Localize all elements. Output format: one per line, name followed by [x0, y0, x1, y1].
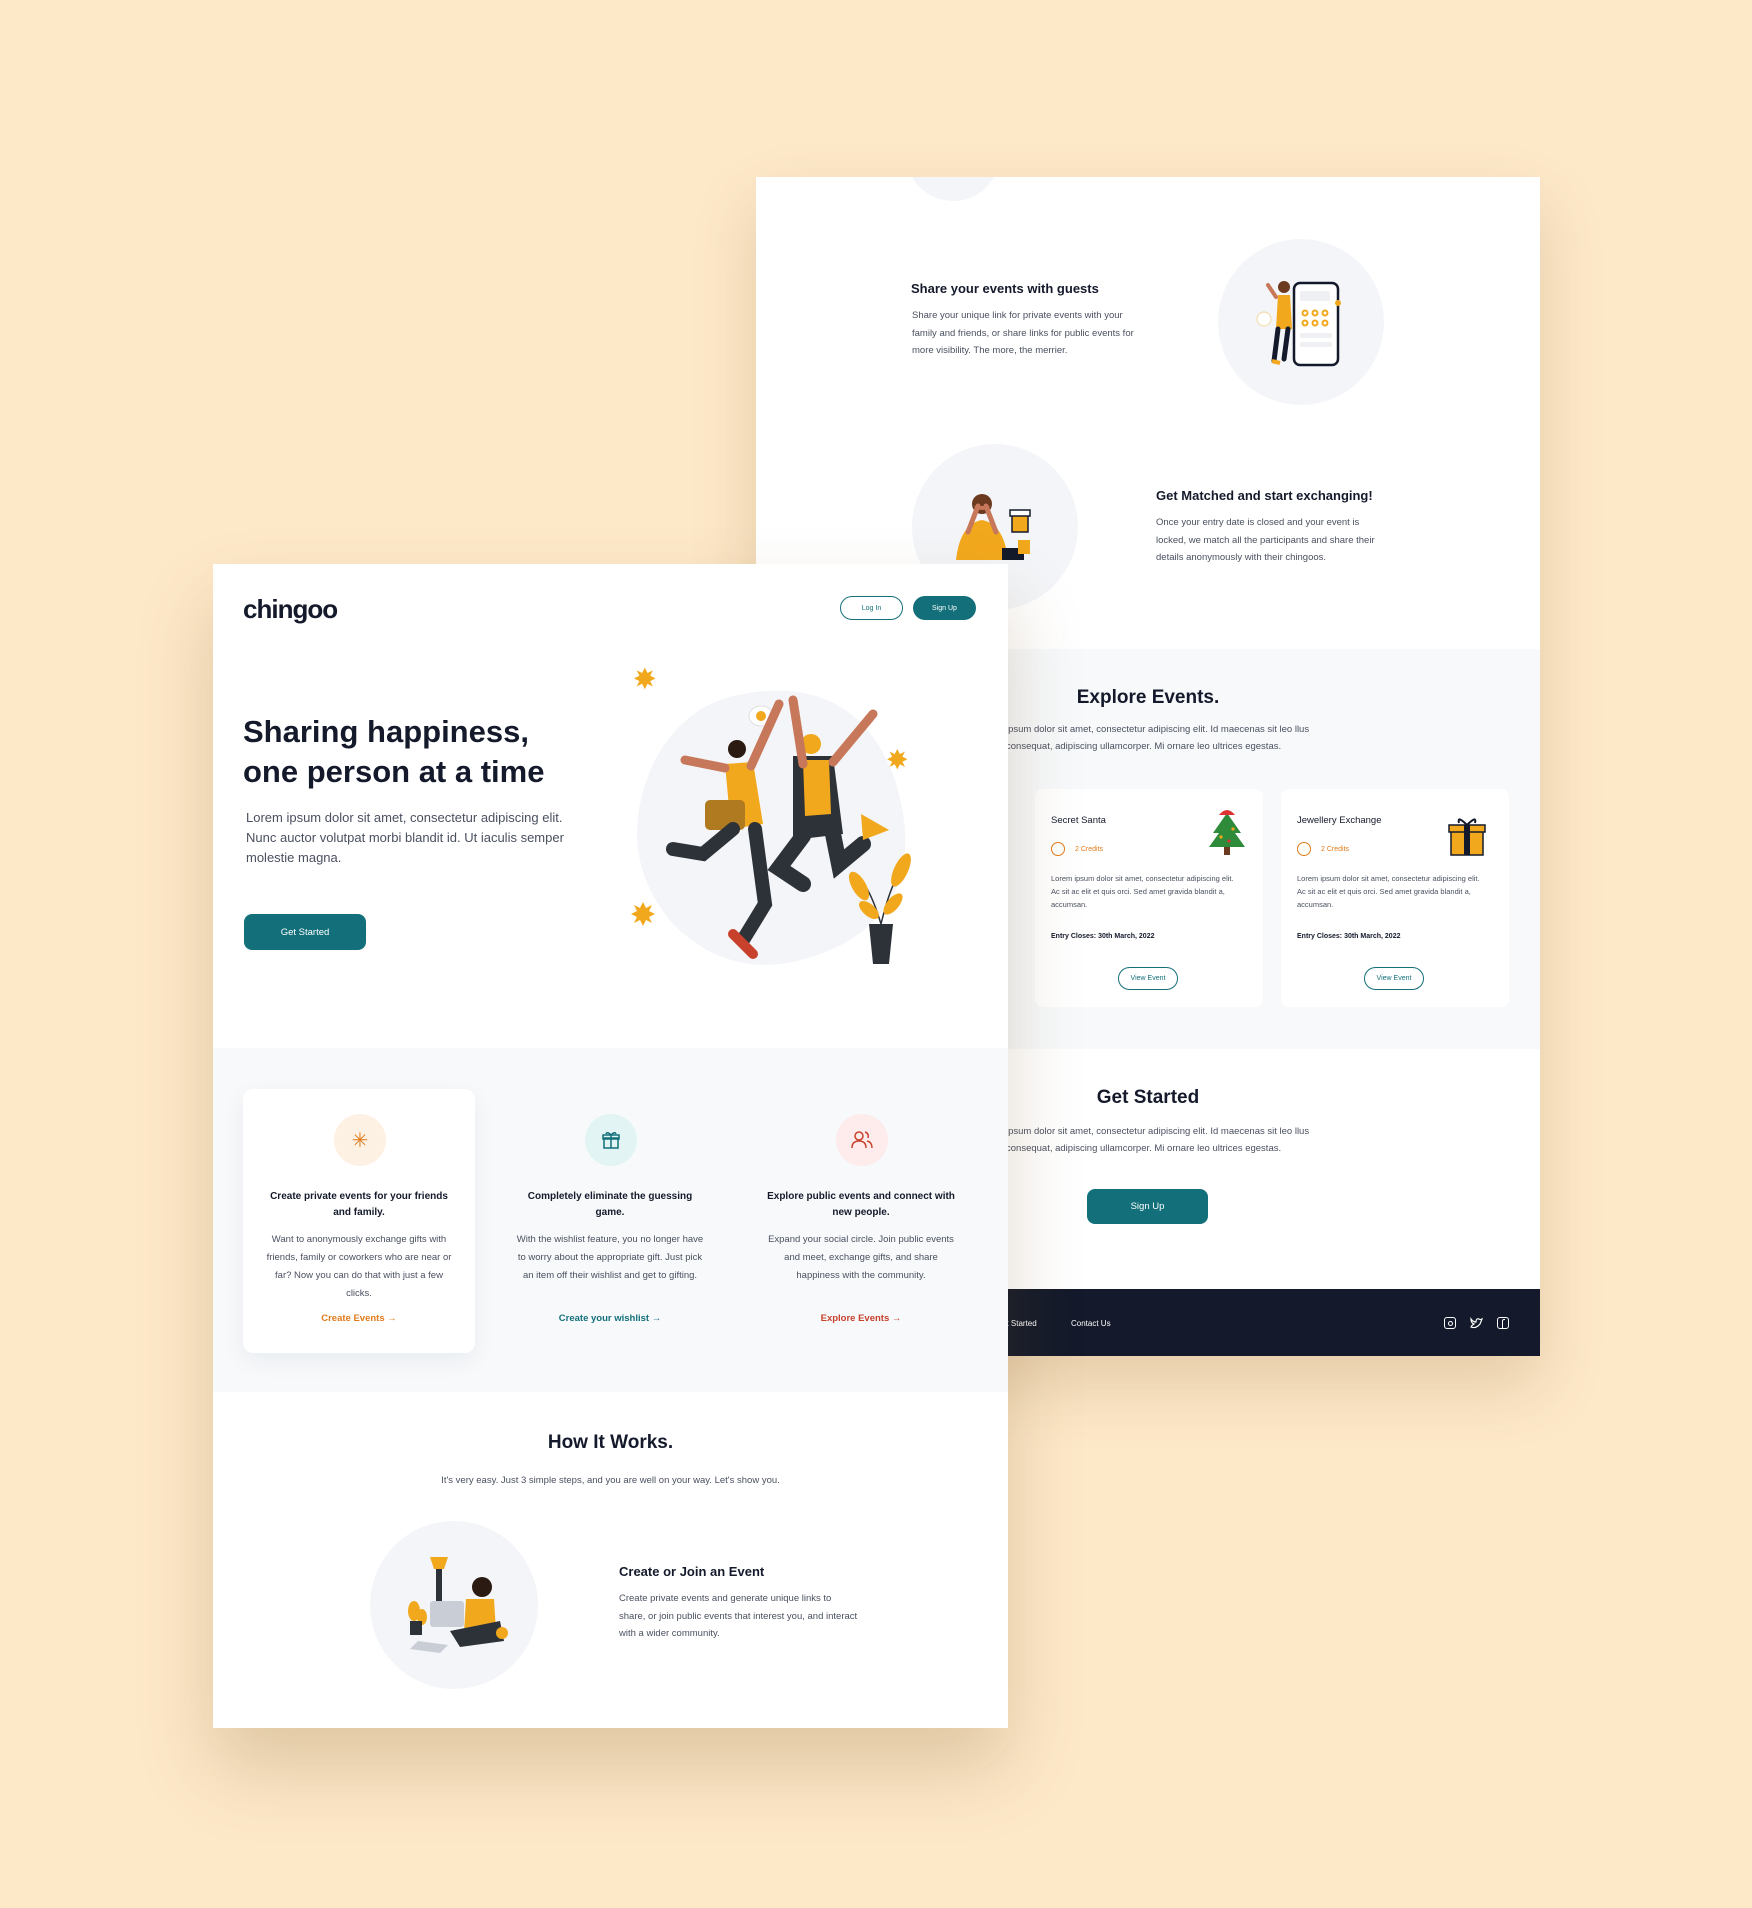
sign-up-button[interactable]: Sign Up — [913, 596, 976, 620]
log-in-button[interactable]: Log In — [840, 596, 903, 620]
step-text-match: Once your entry date is closed and your … — [1156, 517, 1375, 563]
facebook-icon[interactable] — [1497, 1317, 1509, 1329]
feature-text: Want to anonymously exchange gifts with … — [266, 1234, 452, 1299]
footer-link-contact-us[interactable]: Contact Us — [1071, 1319, 1111, 1328]
event-card-jewellery-exchange[interactable]: Jewellery Exchange 2 Credits Lorem ipsum… — [1281, 789, 1509, 1007]
event-credits: 2 Credits — [1321, 846, 1350, 853]
step-title-match: Get Matched and start exchanging! — [1156, 488, 1373, 503]
step-title-create: Create or Join an Event — [619, 1564, 765, 1579]
credits-icon — [1297, 842, 1311, 856]
users-icon — [836, 1114, 888, 1166]
feature-title: Create private events for your friends a… — [270, 1191, 448, 1218]
step-title-share: Share your events with guests — [911, 281, 1099, 296]
create-events-link[interactable]: Create Events → — [243, 1313, 475, 1324]
share-illustration — [1218, 239, 1384, 405]
step-text-create: Create private events and generate uniqu… — [619, 1593, 858, 1639]
create-wishlist-link[interactable]: Create your wishlist → — [494, 1313, 726, 1324]
get-started-button[interactable]: Get Started — [244, 914, 366, 950]
create-event-illustration — [370, 1521, 538, 1689]
explore-events-text: ipsum dolor sit amet, consectetur adipis… — [1006, 724, 1310, 752]
event-entry-closes: Entry Closes: 30th March, 2022 — [1297, 933, 1401, 940]
explore-events-link[interactable]: Explore Events → — [745, 1313, 977, 1324]
view-event-button[interactable]: View Event — [1118, 967, 1178, 990]
how-it-works-subtitle: It's very easy. Just 3 simple steps, and… — [441, 1475, 780, 1486]
event-credits: 2 Credits — [1075, 846, 1104, 853]
event-description: Lorem ipsum dolor sit amet, consectetur … — [1297, 874, 1480, 909]
hero-text: Lorem ipsum dolor sit amet, consectetur … — [246, 810, 564, 865]
feature-title: Completely eliminate the guessing game. — [527, 1191, 693, 1218]
feature-card-wishlist: Completely eliminate the guessing game. … — [494, 1089, 726, 1353]
event-card-secret-santa[interactable]: Secret Santa 2 Credits Lorem ipsum dolor… — [1035, 789, 1263, 1007]
landing-page: chingoo Log In Sign Up Sharing happiness… — [213, 564, 1008, 1728]
event-description: Lorem ipsum dolor sit amet, consectetur … — [1051, 874, 1234, 909]
feature-card-public-events: Explore public events and connect with n… — [745, 1089, 977, 1353]
how-it-works-title: How It Works. — [547, 1432, 674, 1453]
get-started-text: ipsum dolor sit amet, consectetur adipis… — [1006, 1126, 1310, 1154]
instagram-icon[interactable] — [1444, 1317, 1456, 1329]
event-name: Jewellery Exchange — [1297, 815, 1382, 826]
feature-text: With the wishlist feature, you no longer… — [516, 1234, 704, 1281]
hero-illustration — [593, 664, 933, 989]
gift-box-icon — [1447, 815, 1487, 862]
gift-icon — [585, 1114, 637, 1166]
step-text-share: Share your unique link for private event… — [912, 310, 1134, 356]
snowflake-icon: ✳ — [334, 1114, 386, 1166]
sign-up-button[interactable]: Sign Up — [1087, 1189, 1208, 1224]
credits-icon — [1051, 842, 1065, 856]
feature-title: Explore public events and connect with n… — [767, 1191, 955, 1218]
chingoo-logo[interactable]: chingoo — [243, 594, 338, 625]
top-partial-circle — [906, 177, 1000, 201]
hero-title: Sharing happiness, one person at a time — [243, 714, 545, 789]
view-event-button[interactable]: View Event — [1364, 967, 1424, 990]
event-entry-closes: Entry Closes: 30th March, 2022 — [1051, 933, 1155, 940]
features-section: ✳ Create private events for your friends… — [213, 1048, 1008, 1392]
feature-text: Expand your social circle. Join public e… — [768, 1234, 954, 1281]
christmas-tree-icon — [1207, 807, 1247, 864]
event-name: Secret Santa — [1051, 815, 1106, 826]
twitter-icon[interactable] — [1470, 1316, 1484, 1335]
feature-card-private-events: ✳ Create private events for your friends… — [243, 1089, 475, 1353]
